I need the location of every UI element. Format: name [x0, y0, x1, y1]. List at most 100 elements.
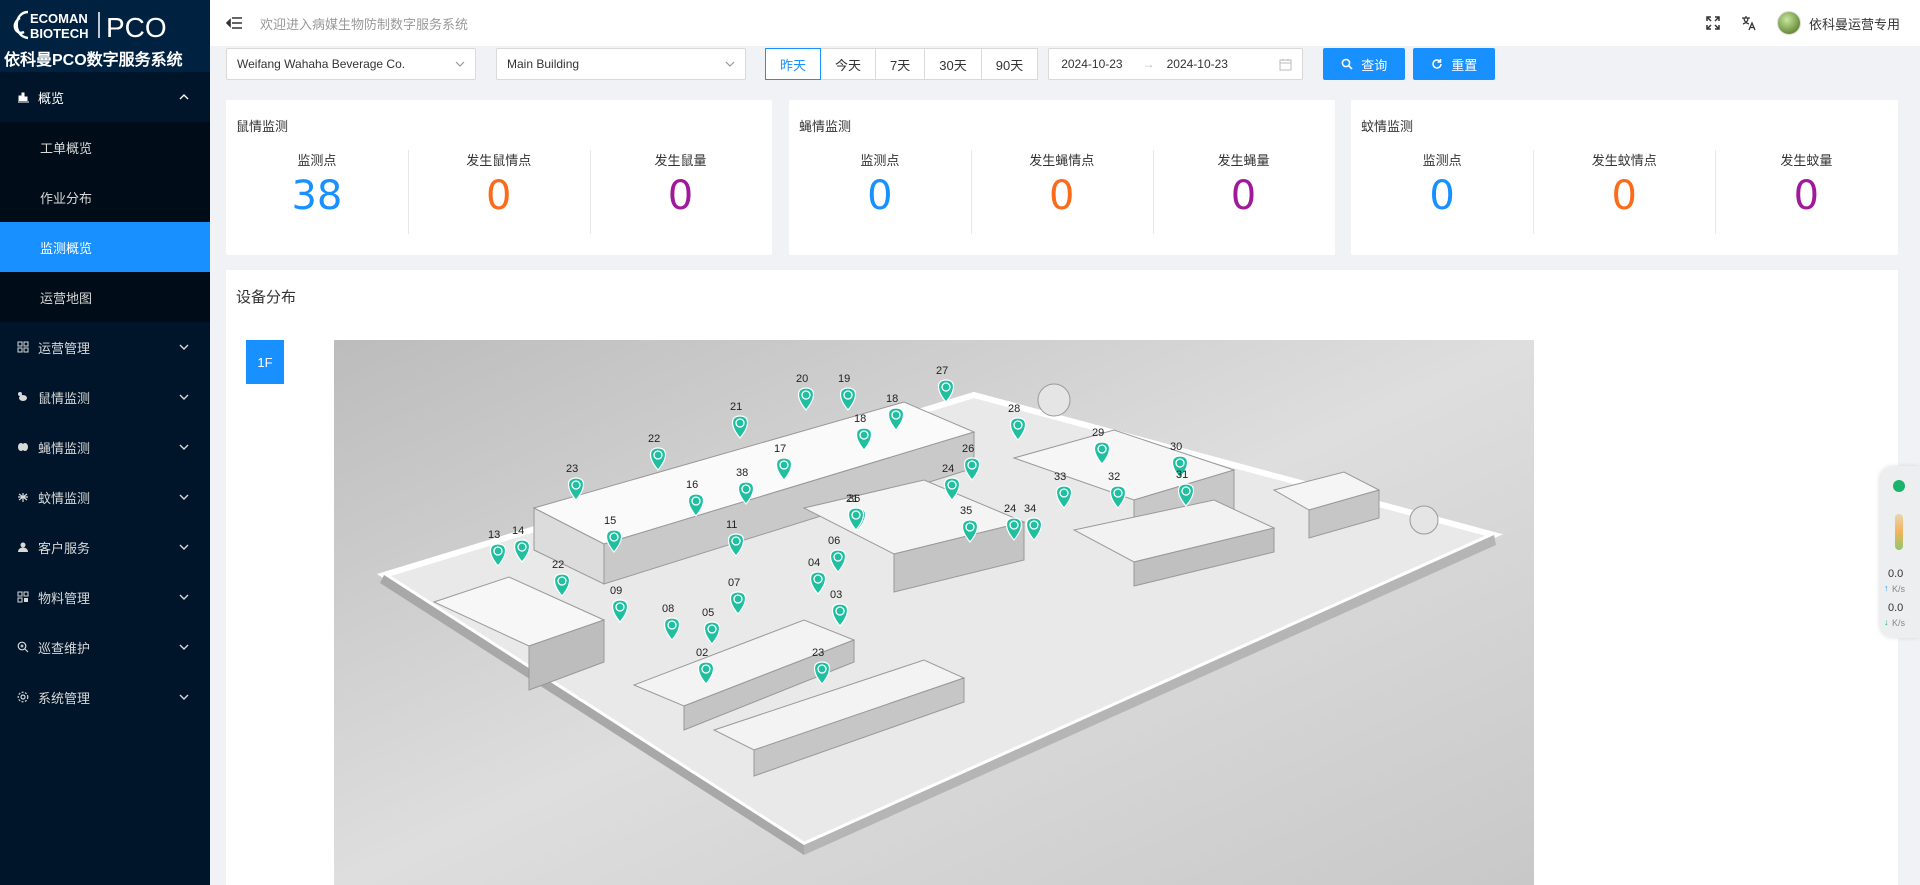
menu-label: 运营管理	[38, 340, 91, 356]
device-marker-label: 07	[728, 577, 740, 589]
query-label: 查询	[1361, 57, 1388, 73]
device-marker-label: 18	[854, 413, 866, 425]
stat-label: 发生鼠情点	[466, 153, 532, 168]
card-title: 蝇情监测	[799, 119, 852, 134]
download-arrow-icon: ↓	[1884, 617, 1889, 627]
menu-label: 鼠情监测	[38, 390, 91, 406]
device-marker-label: 04	[808, 557, 820, 569]
upload-unit: K/s	[1892, 584, 1906, 594]
grid-icon	[16, 340, 30, 354]
menu-job-distribution[interactable]: 作业分布	[0, 172, 210, 222]
device-marker-label: 23	[812, 647, 824, 659]
company-select[interactable]: Weifang Wahaha Beverage Co.	[226, 48, 476, 80]
mosquito-monitor-card: 蚊情监测 监测点 0 发生蚊情点 0 发生蚊量 0	[1351, 100, 1898, 255]
stat-label: 发生蚊量	[1780, 153, 1833, 168]
device-marker-label: 02	[696, 647, 708, 659]
menu-operations[interactable]: 运营管理	[0, 322, 210, 372]
menu-rodent[interactable]: 鼠情监测	[0, 372, 210, 422]
device-marker-label: 05	[702, 607, 714, 619]
menu-materials[interactable]: 物料管理	[0, 572, 210, 622]
device-marker-label: 14	[512, 525, 524, 537]
device-marker-label: 24	[1004, 503, 1016, 515]
floor-button-1f[interactable]: 1F	[246, 340, 284, 384]
logo: ECOMAN BIOTECH PCO 依科曼PCO数字服务系统	[0, 0, 210, 72]
stat-label: 发生蚊情点	[1591, 153, 1657, 168]
range-90d[interactable]: 90天	[980, 48, 1039, 80]
menu-system[interactable]: 系统管理	[0, 672, 210, 722]
reload-icon	[1432, 59, 1442, 69]
menu-label: 蝇情监测	[38, 440, 91, 456]
menu-label: 概览	[38, 90, 65, 106]
range-yesterday[interactable]: 昨天	[765, 48, 822, 80]
reset-button[interactable]: 重置	[1413, 48, 1496, 80]
device-marker-label: 20	[796, 373, 808, 385]
device-marker-label: 08	[662, 603, 674, 615]
menu-fly[interactable]: 蝇情监测	[0, 422, 210, 472]
stat-label: 监测点	[1422, 153, 1462, 168]
stat-value: 0	[1048, 173, 1075, 219]
chevron-down-icon	[179, 694, 189, 700]
stat-value: 38	[291, 173, 343, 219]
sidebar: ECOMAN BIOTECH PCO 依科曼PCO数字服务系统 概览 工单概览 …	[0, 0, 210, 885]
translate-icon[interactable]	[1741, 15, 1757, 31]
fly-monitor-card: 蝇情监测 监测点 0 发生蝇情点 0 发生蝇量 0	[789, 100, 1335, 255]
range-30d[interactable]: 30天	[924, 48, 982, 80]
stat-occurrence-points: 发生蝇情点 0	[971, 150, 1153, 219]
menu-fold-icon[interactable]	[226, 14, 244, 32]
date-start[interactable]: 2024-10-23	[1061, 57, 1122, 71]
menu-monitor-overview[interactable]: 监测概览	[0, 222, 210, 272]
device-marker-label: 21	[846, 493, 858, 505]
menu-inspection[interactable]: 巡查维护	[0, 622, 210, 672]
stat-value: 0	[667, 173, 694, 219]
stat-occurrence-count: 发生蝇量 0	[1153, 150, 1335, 219]
company-logo: ECOMAN BIOTECH PCO	[13, 10, 167, 43]
chevron-down-icon	[725, 61, 735, 67]
stat-monitor-points: 监测点 38	[226, 150, 408, 219]
user-icon	[16, 540, 30, 554]
building-select[interactable]: Main Building	[496, 48, 746, 80]
stat-label: 发生蝇情点	[1029, 153, 1095, 168]
chevron-down-icon	[179, 644, 189, 650]
chevron-down-icon	[179, 344, 189, 350]
user-name[interactable]: 依科曼运营专用	[1809, 14, 1900, 33]
chevron-down-icon	[179, 544, 189, 550]
menu-label: 物料管理	[38, 590, 91, 606]
stat-value: 0	[1230, 173, 1257, 219]
avatar[interactable]	[1776, 11, 1801, 35]
range-segmented: 昨天 今天 7天 30天 90天	[765, 48, 1039, 80]
download-unit: K/s	[1892, 618, 1906, 628]
menu-work-order-overview[interactable]: 工单概览	[0, 122, 210, 172]
date-end[interactable]: 2024-10-23	[1167, 57, 1228, 71]
floor-plan-map[interactable]: 02 03 04 05 06 07 08 09 11 13 14 15 16 17 18 19 20 21 22 23…	[334, 340, 1534, 885]
query-button[interactable]: 查询	[1323, 48, 1406, 80]
header: 欢迎进入病媒生物防制数字服务系统 依科曼运营专用	[210, 0, 1920, 46]
device-distribution-panel: 设备分布 1F 02 03 04 05 06 07 08 09 11 13 14…	[226, 270, 1898, 885]
menu-operation-map[interactable]: 运营地图	[0, 272, 210, 322]
company-select-value: Weifang Wahaha Beverage Co.	[237, 57, 406, 71]
menu-overview[interactable]: 概览	[0, 72, 210, 122]
device-marker-label: 32	[1108, 471, 1120, 483]
date-range-picker[interactable]: 2024-10-23 → 2024-10-23	[1048, 48, 1304, 80]
menu-customer-service[interactable]: 客户服务	[0, 522, 210, 572]
range-7d[interactable]: 7天	[875, 48, 926, 80]
search-icon	[1341, 58, 1353, 70]
chart-icon	[16, 90, 30, 104]
stat-label: 发生鼠量	[654, 153, 707, 168]
stat-value: 0	[485, 173, 512, 219]
device-marker-label: 19	[838, 373, 850, 385]
stat-occurrence-count: 发生蚊量 0	[1715, 150, 1897, 219]
settings-icon	[16, 690, 30, 704]
menu-mosquito[interactable]: 蚊情监测	[0, 472, 210, 522]
svg-text:BIOTECH: BIOTECH	[30, 26, 89, 41]
upload-speed: 0.0	[1888, 568, 1904, 580]
network-speed-widget: 0.0 ↑ K/s 0.0 ↓ K/s	[1880, 466, 1920, 638]
menu-label: 工单概览	[40, 140, 93, 156]
mosquito-icon	[16, 490, 30, 504]
device-marker-label: 24	[942, 463, 954, 475]
fly-icon	[16, 440, 30, 454]
status-dot	[1893, 480, 1905, 492]
panel-title: 设备分布	[236, 289, 297, 306]
range-today[interactable]: 今天	[820, 48, 877, 80]
device-marker-label: 30	[1170, 441, 1182, 453]
fullscreen-icon[interactable]	[1705, 15, 1721, 31]
